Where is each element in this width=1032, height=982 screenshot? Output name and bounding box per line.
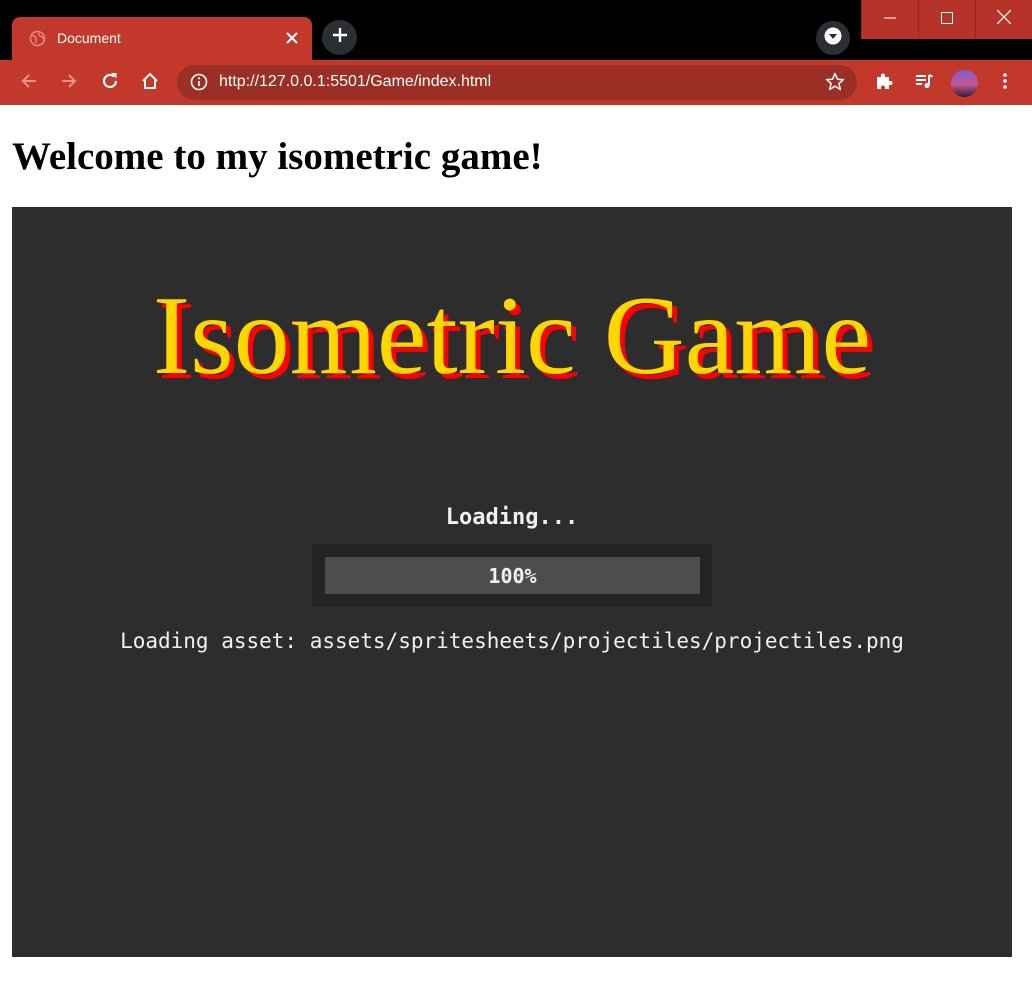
game-logo: Isometric Game: [152, 274, 872, 398]
reload-button[interactable]: [95, 68, 125, 98]
maximize-icon: [941, 11, 953, 29]
globe-icon: [29, 30, 46, 47]
progress-bar: 100%: [312, 544, 712, 607]
loading-label: Loading...: [445, 505, 579, 530]
kebab-menu-icon: [1002, 72, 1008, 95]
tab-search-button[interactable]: [816, 21, 850, 55]
url-text[interactable]: http://127.0.0.1:5501/Game/index.html: [219, 73, 491, 91]
window-close-icon: [996, 9, 1012, 29]
tab-document[interactable]: Document: [12, 17, 312, 60]
close-window-button[interactable]: [975, 0, 1032, 39]
asset-status-text: Loading asset: assets/spritesheets/proje…: [120, 629, 904, 653]
page-heading: Welcome to my isometric game!: [12, 135, 543, 178]
new-tab-button[interactable]: [322, 20, 357, 55]
minimize-button[interactable]: [861, 0, 918, 39]
window-controls: [861, 0, 1032, 39]
minimize-icon: [884, 11, 896, 29]
game-canvas[interactable]: Isometric Game Loading... 100% Loading a…: [12, 207, 1012, 957]
progress-percent: 100%: [488, 563, 537, 588]
close-icon[interactable]: [282, 28, 302, 48]
puzzle-icon: [874, 71, 894, 96]
back-button[interactable]: [14, 68, 44, 98]
profile-avatar[interactable]: [951, 70, 978, 97]
maximize-button[interactable]: [918, 0, 975, 39]
home-icon: [141, 72, 159, 95]
progress-track: 100%: [325, 557, 700, 594]
forward-button[interactable]: [54, 68, 84, 98]
browser-titlebar: Document: [0, 0, 1032, 60]
media-control-button[interactable]: [909, 68, 939, 98]
star-icon[interactable]: [825, 72, 845, 92]
plus-icon: [332, 27, 348, 48]
forward-arrow-icon: [60, 72, 78, 95]
back-arrow-icon: [20, 72, 38, 95]
home-button[interactable]: [135, 68, 165, 98]
browser-menu-button[interactable]: [990, 68, 1020, 98]
chevron-down-icon: [824, 27, 842, 50]
extensions-button[interactable]: [869, 68, 899, 98]
playlist-icon: [914, 71, 934, 96]
reload-icon: [101, 72, 119, 95]
browser-toolbar: http://127.0.0.1:5501/Game/index.html: [0, 60, 1032, 105]
tab-title: Document: [57, 30, 121, 46]
address-bar[interactable]: http://127.0.0.1:5501/Game/index.html: [177, 65, 857, 100]
info-icon[interactable]: [190, 73, 208, 91]
